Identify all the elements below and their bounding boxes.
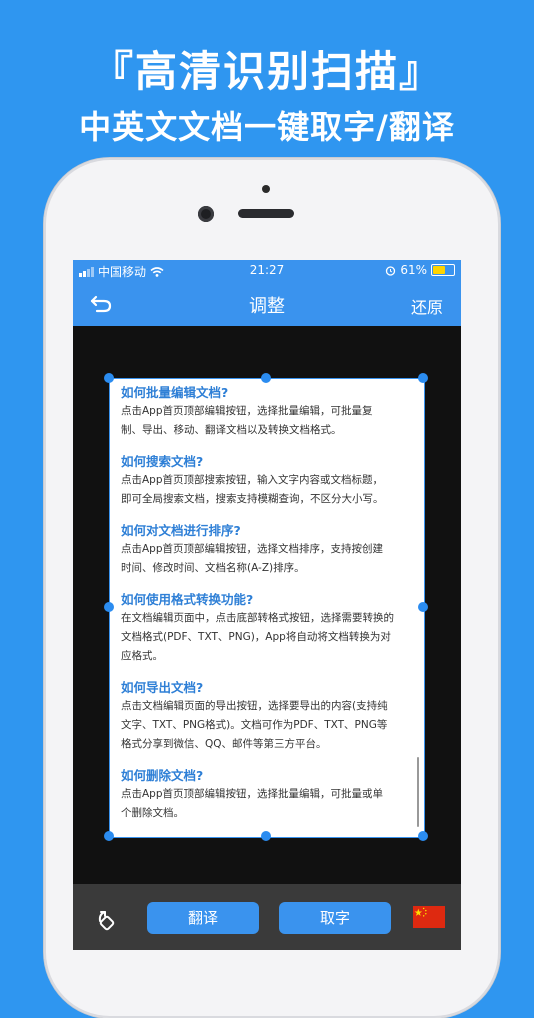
rotate-icon[interactable]	[95, 908, 119, 932]
document-text: 如何批量编辑文档? 点击App首页顶部编辑按钮，选择批量编辑，可批量复 制、导出、移…	[121, 384, 414, 823]
faq-answer-line: 点击App首页顶部编辑按钮，选择批量编辑，可批量复	[121, 405, 373, 417]
alarm-icon	[386, 265, 396, 276]
crop-handle-top-left[interactable]	[104, 373, 114, 383]
faq-answer-line: 制、导出、移动、翻译文档以及转换文档格式。	[121, 424, 342, 436]
faq-answer-line: 时间、修改时间、文档名称(A-Z)排序。	[121, 562, 305, 574]
restore-button[interactable]: 还原	[411, 294, 443, 318]
crop-handle-top[interactable]	[261, 373, 271, 383]
faq-answer-line: 个删除文档。	[121, 807, 184, 819]
scanned-document: 如何批量编辑文档? 点击App首页顶部编辑按钮，选择批量编辑，可批量复 制、导出、移…	[109, 378, 425, 838]
phone-screen: 中国移动 21:27 61% 调整 还原 如何批量编辑文档? 点击App首页顶部…	[73, 260, 461, 950]
crop-handle-bottom[interactable]	[261, 831, 271, 841]
faq-answer-line: 点击App首页顶部搜索按钮，输入文字内容或文档标题，	[121, 474, 384, 486]
phone-sensor	[262, 185, 270, 193]
promo-title: 『高清识别扫描』	[90, 47, 443, 96]
extract-text-button[interactable]: 取字	[279, 902, 391, 934]
faq-question: 如何对文档进行排序?	[121, 523, 241, 538]
faq-answer-line: 点击App首页顶部编辑按钮，选择批量编辑，可批量或单	[121, 788, 384, 800]
faq-question: 如何批量编辑文档?	[121, 385, 229, 400]
status-bar: 中国移动 21:27 61%	[73, 260, 461, 280]
faq-answer-line: 点击文档编辑页面的导出按钮，选择要导出的内容(支持纯	[121, 700, 388, 712]
china-flag-icon[interactable]	[413, 906, 445, 928]
faq-question: 如何导出文档?	[121, 680, 204, 695]
faq-answer-line: 文字、TXT、PNG格式)。文档可作为PDF、TXT、PNG等	[121, 719, 388, 731]
crop-handle-bottom-right[interactable]	[418, 831, 428, 841]
faq-answer-line: 点击App首页顶部编辑按钮，选择文档排序，支持按创建	[121, 543, 384, 555]
faq-answer-line: 在文档编辑页面中，点击底部转格式按钮，选择需要转换的	[121, 612, 394, 624]
faq-question: 如何删除文档?	[121, 768, 204, 783]
faq-answer-line: 应格式。	[121, 650, 163, 662]
faq-question: 如何搜索文档?	[121, 454, 204, 469]
nav-bar: 中国移动 21:27 61% 调整 还原	[73, 260, 461, 326]
front-camera	[198, 206, 214, 222]
bottom-toolbar: 翻译 取字	[73, 884, 461, 950]
phone-speaker	[238, 209, 294, 218]
faq-answer-line: 文档格式(PDF、TXT、PNG)，App将自动将文档转换为对	[121, 631, 391, 643]
translate-button[interactable]: 翻译	[147, 902, 259, 934]
page-title: 调整	[249, 296, 285, 317]
crop-handle-left[interactable]	[104, 602, 114, 612]
crop-handle-bottom-left[interactable]	[104, 831, 114, 841]
faq-answer-line: 格式分享到微信、QQ、邮件等第三方平台。	[121, 738, 327, 750]
crop-handle-top-right[interactable]	[418, 373, 428, 383]
promo-subtitle: 中英文文档一键取字/翻译	[79, 108, 455, 146]
faq-answer-line: 即可全局搜索文档，搜索支持模糊查询，不区分大小写。	[121, 493, 384, 505]
faq-question: 如何使用格式转换功能?	[121, 592, 254, 607]
scrollbar[interactable]	[417, 757, 419, 827]
battery-icon	[431, 264, 455, 276]
battery-percent: 61%	[400, 263, 427, 277]
crop-handle-right[interactable]	[418, 602, 428, 612]
